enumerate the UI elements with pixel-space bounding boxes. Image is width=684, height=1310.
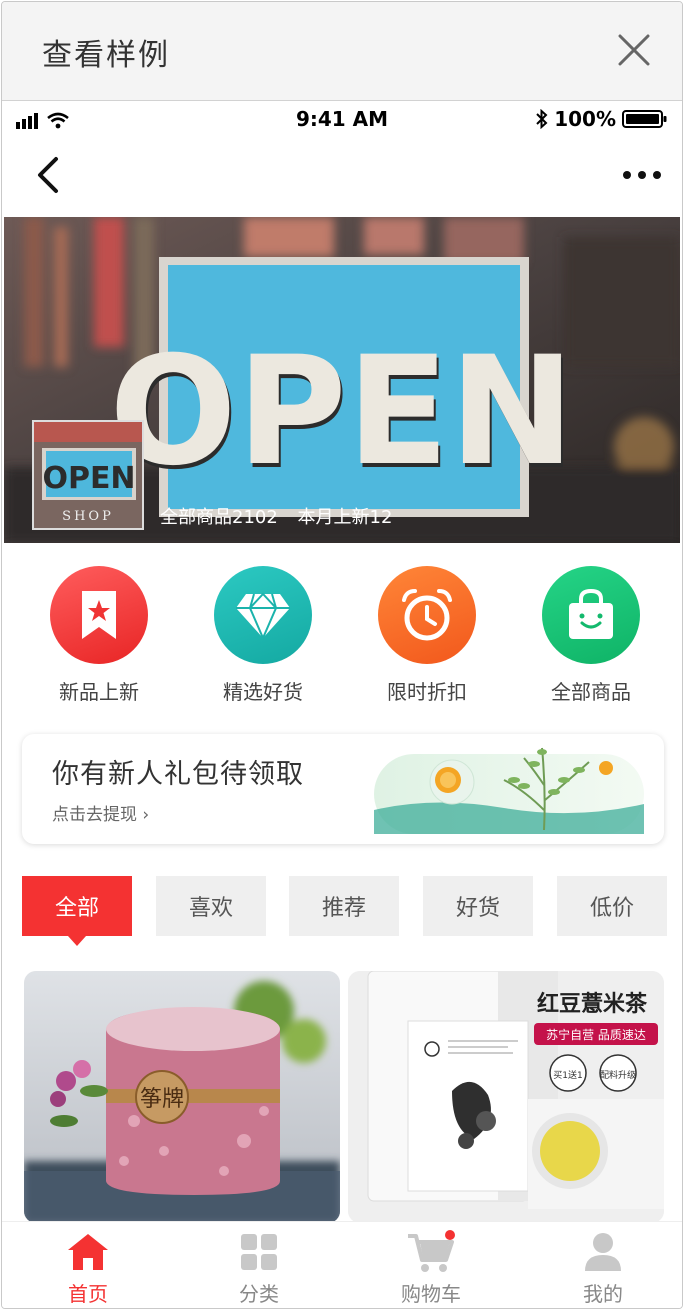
tab-label: 购物车	[401, 1282, 461, 1306]
tab-low-price[interactable]: 低价	[557, 876, 667, 936]
product-card[interactable]: 红豆薏米茶 苏宁自营 品质速达 买1送1 配料升级	[348, 971, 664, 1223]
cart-icon	[371, 1230, 491, 1274]
promo-link[interactable]: 点击去提现 ›	[52, 800, 149, 825]
tab-good-goods[interactable]: 好货	[423, 876, 533, 936]
sample-title: 查看样例	[42, 38, 170, 73]
alarm-clock-icon	[378, 566, 476, 664]
svg-text:OPEN: OPEN	[109, 325, 574, 499]
shopping-bag-icon	[542, 566, 640, 664]
category-new-arrivals[interactable]: 新品上新	[29, 566, 169, 705]
nav-bar	[2, 139, 682, 217]
tab-liked[interactable]: 喜欢	[156, 876, 266, 936]
category-label: 新品上新	[59, 680, 139, 704]
star-bookmark-icon	[50, 566, 148, 664]
promo-illustration	[374, 747, 644, 834]
battery-icon	[622, 110, 667, 128]
category-label: 限时折扣	[387, 680, 467, 704]
new-user-gift-banner[interactable]: 你有新人礼包待领取 点击去提现 ›	[22, 734, 664, 844]
more-options-icon[interactable]	[622, 169, 662, 181]
category-shortcuts: 新品上新 精选好货 限时折扣 全部商品	[2, 566, 682, 706]
product-image: 红豆薏米茶 苏宁自营 品质速达 买1送1 配料升级	[348, 971, 664, 1223]
product-jar-label: 筝牌	[140, 1087, 184, 1112]
shop-logo[interactable]: OPEN SHOP	[32, 420, 144, 530]
product-badge-2: 配料升级	[600, 1069, 636, 1081]
promo-title: 你有新人礼包待领取	[52, 759, 304, 790]
tab-cart[interactable]: 购物车	[371, 1230, 491, 1307]
battery-group: 100%	[536, 107, 668, 131]
tab-recommended[interactable]: 推荐	[289, 876, 399, 936]
category-label: 精选好货	[223, 680, 303, 704]
category-flash-sale[interactable]: 限时折扣	[357, 566, 497, 705]
tab-category[interactable]: 分类	[199, 1230, 319, 1307]
tab-label: 首页	[68, 1282, 108, 1306]
new-this-month-label: 本月上新12	[297, 507, 393, 528]
logo-subtext: SHOP	[62, 509, 114, 524]
sample-frame: 查看样例 9:41 AM 100% OPEN OPEN OPEN SHOP 全部…	[1, 1, 683, 1309]
product-grid: 筝牌 红豆薏米茶 苏宁自营 品质速达 买1送1 配料升级	[2, 971, 682, 1231]
battery-text: 100%	[554, 107, 616, 131]
diamond-icon	[214, 566, 312, 664]
status-bar: 9:41 AM 100%	[2, 101, 682, 139]
phone-screen: 9:41 AM 100% OPEN OPEN OPEN SHOP 全部商品210…	[2, 101, 682, 1308]
tab-home[interactable]: 首页	[28, 1230, 148, 1307]
user-icon	[543, 1230, 663, 1274]
category-label: 全部商品	[551, 680, 631, 704]
tab-all[interactable]: 全部	[22, 876, 132, 946]
logo-text: OPEN	[42, 461, 135, 496]
product-card[interactable]: 筝牌	[24, 971, 340, 1223]
cart-badge-dot	[445, 1230, 455, 1240]
category-featured[interactable]: 精选好货	[193, 566, 333, 705]
sample-header: 查看样例	[2, 2, 682, 101]
banner-info: 全部商品2102 本月上新12	[160, 503, 406, 529]
home-icon	[28, 1230, 148, 1274]
shop-banner[interactable]: OPEN OPEN OPEN SHOP 全部商品2102 本月上新12	[4, 217, 680, 543]
product-badge-1: 买1送1	[553, 1069, 582, 1081]
product-title: 红豆薏米茶	[537, 991, 648, 1017]
category-grid-icon	[199, 1230, 319, 1274]
back-arrow-icon[interactable]	[34, 155, 62, 195]
tab-profile[interactable]: 我的	[543, 1230, 663, 1307]
bluetooth-icon	[536, 109, 548, 129]
bottom-tab-bar: 首页 分类 购物车 我的	[2, 1221, 682, 1308]
total-products-label: 全部商品2102	[160, 507, 278, 528]
product-subtitle: 苏宁自营 品质速达	[546, 1027, 646, 1042]
product-image: 筝牌	[24, 971, 340, 1223]
category-all-products[interactable]: 全部商品	[521, 566, 661, 705]
tab-label: 我的	[583, 1282, 623, 1306]
filter-tabs: 全部 喜欢 推荐 好货 低价	[2, 876, 682, 946]
tab-label: 分类	[239, 1282, 279, 1306]
close-icon[interactable]	[616, 32, 652, 68]
